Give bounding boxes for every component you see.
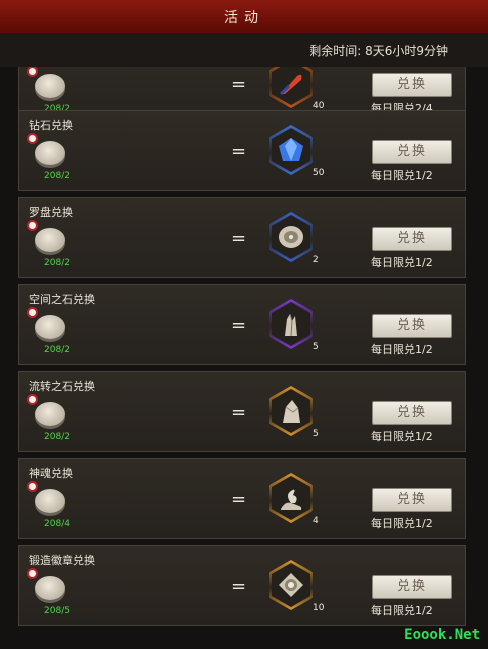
title-bar: 活动 (0, 0, 488, 34)
countdown-bar: 剩余时间: 8天6小时9分钟 (0, 33, 488, 67)
exchange-button[interactable]: 兑换 (372, 575, 452, 599)
exchange-name: 流转之石兑换 (29, 380, 95, 393)
coin-icon (27, 133, 71, 173)
exchange-name: 锻造徽章兑换 (29, 554, 95, 567)
coin-icon (27, 481, 71, 521)
daily-limit: 每日限兑1/2 (371, 517, 433, 530)
cost-count: 208/2 (44, 171, 70, 181)
exchange-card: 锻造徽章兑换 208/5 = 10 兑换 每日限兑1/2 (18, 545, 466, 626)
daily-limit: 每日限兑1/2 (371, 604, 433, 617)
daily-limit: 每日限兑1/2 (371, 256, 433, 269)
exchange-card: 空间之石兑换 208/2 = 5 兑换 每日限兑1/2 (18, 284, 466, 365)
cost-count: 208/2 (44, 258, 70, 268)
exchange-button[interactable]: 兑换 (372, 401, 452, 425)
reward-quantity: 5 (313, 429, 319, 439)
exchange-card: 神魂兑换 208/4 = 4 兑换 每日限兑1/2 (18, 458, 466, 539)
coin-icon (27, 568, 71, 608)
daily-limit: 每日限兑1/2 (371, 343, 433, 356)
site-watermark: Eoook.Net (404, 627, 480, 643)
equals-sign: = (231, 315, 247, 336)
coin-icon (27, 67, 71, 106)
equals-sign: = (231, 576, 247, 597)
exchange-card: 流转之石兑换 208/2 = 5 兑换 每日限兑1/2 (18, 371, 466, 452)
flow-stone-icon: 5 (267, 386, 319, 440)
daily-limit: 每日限兑1/2 (371, 169, 433, 182)
coin-icon (27, 307, 71, 347)
equals-sign: = (231, 402, 247, 423)
feather-icon: 40 (267, 67, 324, 112)
cost-count: 208/5 (44, 606, 70, 616)
reward-quantity: 4 (313, 516, 319, 526)
page-title: 活动 (224, 9, 264, 26)
exchange-name: 钻石兑换 (29, 119, 73, 132)
exchange-name: 神魂兑换 (29, 467, 73, 480)
equals-sign: = (231, 228, 247, 249)
exchange-list[interactable]: 208/2 = 40 兑换 每日限兑2/4 钻石兑换 208/2 = 50 兑换… (0, 67, 488, 649)
exchange-button[interactable]: 兑换 (372, 314, 452, 338)
exchange-name: 罗盘兑换 (29, 206, 73, 219)
soul-icon: 4 (267, 473, 319, 527)
exchange-button[interactable]: 兑换 (372, 140, 452, 164)
daily-limit: 每日限兑1/2 (371, 430, 433, 443)
cost-count: 208/4 (44, 519, 70, 529)
exchange-button[interactable]: 兑换 (372, 227, 452, 251)
cost-count: 208/2 (44, 345, 70, 355)
space-stone-icon: 5 (267, 299, 319, 353)
reward-quantity: 10 (313, 603, 325, 613)
reward-quantity: 50 (313, 168, 325, 178)
exchange-button[interactable]: 兑换 (372, 488, 452, 512)
forge-badge-icon: 10 (267, 560, 324, 614)
coin-icon (27, 220, 71, 260)
equals-sign: = (231, 74, 247, 95)
equals-sign: = (231, 489, 247, 510)
exchange-card: 钻石兑换 208/2 = 50 兑换 每日限兑1/2 (18, 110, 466, 191)
exchange-card: 罗盘兑换 208/2 = 2 兑换 每日限兑1/2 (18, 197, 466, 278)
equals-sign: = (231, 141, 247, 162)
cost-count: 208/2 (44, 432, 70, 442)
exchange-name: 空间之石兑换 (29, 293, 95, 306)
reward-quantity: 5 (313, 342, 319, 352)
compass-icon: 2 (267, 212, 319, 266)
diamond-icon: 50 (267, 125, 324, 179)
reward-quantity: 2 (313, 255, 319, 265)
coin-icon (27, 394, 71, 434)
exchange-button[interactable]: 兑换 (372, 73, 452, 97)
remaining-time-label: 剩余时间: 8天6小时9分钟 (309, 44, 448, 58)
